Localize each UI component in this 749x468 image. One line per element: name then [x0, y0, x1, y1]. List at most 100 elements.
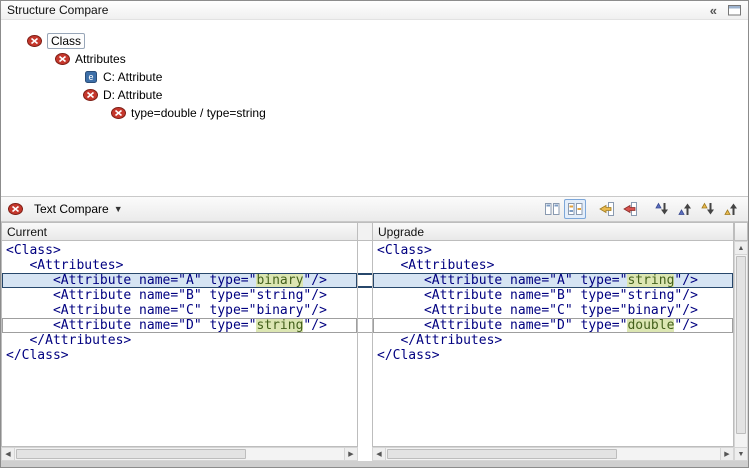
diff-icon — [82, 89, 99, 101]
right-code-pane[interactable]: <Class> <Attributes> <Attribute name="A"… — [372, 241, 734, 447]
text-compare-header: Text Compare ▼ — [1, 196, 748, 222]
tree-item[interactable]: e C: Attribute — [1, 68, 748, 86]
left-horizontal-scrollbar[interactable]: ◀ ▶ — [1, 447, 358, 461]
gutter-header — [358, 222, 372, 241]
copy-all-right-to-left-button[interactable] — [596, 199, 618, 219]
code-text: </Class> — [377, 348, 440, 363]
two-way-compare-button[interactable] — [541, 199, 563, 219]
changed-value: binary — [256, 273, 303, 288]
scroll-right-icon[interactable]: ▶ — [344, 448, 357, 460]
vertical-scrollbar[interactable]: ▲ ▼ — [734, 241, 748, 461]
code-line[interactable]: </Class> — [373, 348, 733, 363]
code-line[interactable]: <Class> — [2, 243, 357, 258]
code-text: "/> — [674, 318, 697, 333]
code-text: <Class> — [6, 243, 61, 258]
code-text: <Attribute name="D" type=" — [6, 318, 256, 333]
vertical-scroll-thumb[interactable] — [736, 256, 746, 434]
diff-line[interactable]: <Attribute name="D" type="double"/> — [373, 318, 733, 333]
previous-difference-button[interactable] — [674, 199, 696, 219]
previous-change-button[interactable] — [720, 199, 742, 219]
code-text: <Attribute name="A" type=" — [377, 273, 627, 288]
code-text: </Attributes> — [6, 333, 131, 348]
show-ancestor-pane-icon — [567, 201, 583, 217]
structure-compare-title: Structure Compare — [7, 3, 108, 17]
code-line[interactable]: <Attribute name="B" type="string"/> — [373, 288, 733, 303]
code-line[interactable]: <Attribute name="B" type="string"/> — [2, 288, 357, 303]
tree-item[interactable]: type=double / type=string — [1, 104, 748, 122]
diff-line[interactable]: <Attribute name="D" type="string"/> — [2, 318, 357, 333]
two-way-compare-icon — [544, 201, 560, 217]
code-text: <Class> — [377, 243, 432, 258]
left-pane-header: Current — [1, 222, 358, 241]
tree-item-label: Attributes — [75, 52, 126, 66]
compare-editor: Structure Compare « Class Attributes e C: A… — [0, 0, 749, 468]
diff-icon — [7, 203, 24, 215]
code-text: "/> — [303, 318, 326, 333]
selected-diff-line[interactable]: <Attribute name="A" type="string"/> — [373, 273, 733, 288]
dropdown-caret-icon[interactable]: ▼ — [114, 204, 123, 214]
code-text: <Attribute name="D" type=" — [377, 318, 627, 333]
code-line[interactable]: <Attributes> — [2, 258, 357, 273]
tree-item[interactable]: D: Attribute — [1, 86, 748, 104]
changed-value: string — [627, 273, 674, 288]
code-text: <Attribute name="B" type="string"/> — [377, 288, 698, 303]
tree-item-label: C: Attribute — [103, 70, 162, 84]
scroll-right-icon[interactable]: ▶ — [720, 448, 733, 460]
tree-item[interactable]: Attributes — [1, 50, 748, 68]
text-compare-title[interactable]: Text Compare — [34, 202, 109, 216]
changed-value: string — [256, 318, 303, 333]
diff-icon — [26, 35, 43, 47]
show-ancestor-pane-button[interactable] — [564, 199, 586, 219]
previous-difference-icon — [677, 201, 693, 217]
collapse-chevrons-icon[interactable]: « — [710, 4, 717, 17]
window-bottom-edge — [1, 461, 748, 467]
right-horizontal-scroll-thumb[interactable] — [387, 449, 617, 459]
code-text: </Class> — [6, 348, 69, 363]
next-difference-icon — [654, 201, 670, 217]
scroll-down-icon[interactable]: ▼ — [735, 447, 747, 460]
header-filler — [734, 222, 748, 241]
code-text: <Attributes> — [6, 258, 123, 273]
scroll-left-icon[interactable]: ◀ — [2, 448, 15, 460]
maximize-pane-button[interactable] — [727, 3, 742, 17]
changed-value: double — [627, 318, 674, 333]
code-text: <Attribute name="C" type="binary"/> — [6, 303, 327, 318]
copy-all-right-to-left-icon — [599, 201, 615, 217]
next-difference-button[interactable] — [651, 199, 673, 219]
code-line[interactable]: <Attributes> — [373, 258, 733, 273]
tree-item-label: type=double / type=string — [131, 106, 266, 120]
diff-icon — [54, 53, 71, 65]
code-text: "/> — [303, 273, 326, 288]
copy-current-right-to-left-button[interactable] — [619, 199, 641, 219]
right-horizontal-scrollbar[interactable]: ◀ ▶ — [372, 447, 734, 461]
left-code-pane[interactable]: <Class> <Attributes> <Attribute name="A"… — [1, 241, 358, 447]
tree-item-label: D: Attribute — [103, 88, 162, 102]
tree-item[interactable]: Class — [1, 32, 748, 50]
maximize-icon — [727, 3, 742, 17]
next-change-icon — [700, 201, 716, 217]
diff-connectors — [358, 241, 372, 447]
diff-connector-selected — [358, 273, 372, 288]
compare-toolbar — [540, 199, 742, 219]
code-line[interactable]: <Attribute name="C" type="binary"/> — [2, 303, 357, 318]
right-pane-header: Upgrade — [372, 222, 734, 241]
left-horizontal-scroll-thumb[interactable] — [16, 449, 246, 459]
code-line[interactable]: <Class> — [373, 243, 733, 258]
code-line[interactable]: </Attributes> — [2, 333, 357, 348]
code-text: </Attributes> — [377, 333, 502, 348]
tree-item-label: Class — [47, 33, 85, 49]
code-line[interactable]: </Attributes> — [373, 333, 733, 348]
structure-compare-header: Structure Compare « — [1, 1, 748, 20]
previous-change-icon — [723, 201, 739, 217]
selected-diff-line[interactable]: <Attribute name="A" type="binary"/> — [2, 273, 357, 288]
scroll-up-icon[interactable]: ▲ — [735, 242, 747, 255]
scroll-left-icon[interactable]: ◀ — [373, 448, 386, 460]
code-text: "/> — [674, 273, 697, 288]
code-text: <Attribute name="A" type=" — [6, 273, 256, 288]
next-change-button[interactable] — [697, 199, 719, 219]
code-line[interactable]: <Attribute name="C" type="binary"/> — [373, 303, 733, 318]
code-line[interactable]: </Class> — [2, 348, 357, 363]
diff-connector — [358, 318, 372, 333]
svg-text:e: e — [88, 72, 93, 82]
code-text: <Attribute name="B" type="string"/> — [6, 288, 327, 303]
